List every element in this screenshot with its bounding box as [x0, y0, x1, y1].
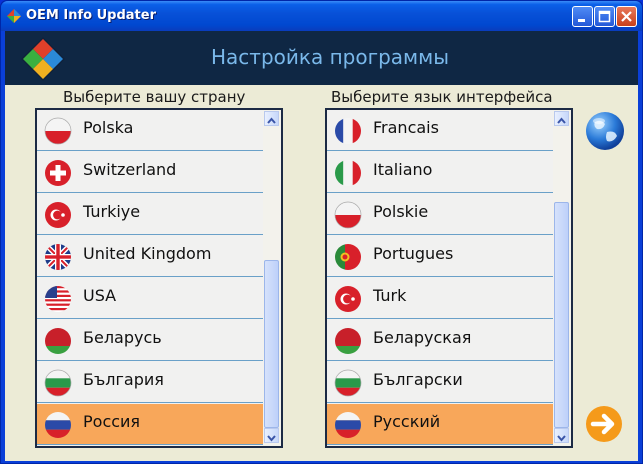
- scroll-up-button[interactable]: [554, 111, 569, 126]
- close-icon: [621, 11, 632, 22]
- scroll-thumb[interactable]: [554, 202, 569, 428]
- scroll-up-button[interactable]: [264, 111, 279, 126]
- language-item-portugues[interactable]: Portugues: [327, 236, 555, 277]
- country-item-switzerland[interactable]: Switzerland: [37, 152, 265, 193]
- bulgaria-flag-icon: [44, 369, 72, 397]
- language-list-label: Выберите язык интерфейса: [331, 88, 553, 106]
- globe-icon[interactable]: [585, 110, 625, 152]
- language-item-russkiy[interactable]: Русский: [327, 404, 555, 445]
- country-scrollbar[interactable]: [263, 110, 281, 446]
- country-item-turkiye[interactable]: Turkiye: [37, 194, 265, 235]
- turkey-flag-icon: [335, 286, 361, 312]
- country-list-label: Выберите вашу страну: [63, 88, 246, 106]
- poland-flag-icon: [44, 117, 72, 145]
- client-area: Настройка программы Выберите вашу страну…: [5, 31, 638, 461]
- country-item-united-kingdom[interactable]: United Kingdom: [37, 236, 265, 277]
- language-item-turk[interactable]: Turk: [327, 278, 555, 319]
- chevron-down-icon: [557, 435, 566, 442]
- language-item-polskie[interactable]: Polskie: [327, 194, 555, 235]
- country-item-bulgaria[interactable]: България: [37, 362, 265, 403]
- language-item-francais[interactable]: Francais: [327, 110, 555, 151]
- belarus-flag-icon: [335, 328, 361, 354]
- minimize-button[interactable]: [572, 6, 593, 27]
- close-button[interactable]: [616, 6, 637, 27]
- bulgaria-flag-icon: [334, 369, 362, 397]
- country-listbox[interactable]: Polska Switzerland Turkiye United Kingdo…: [35, 108, 283, 448]
- france-flag-icon: [335, 118, 361, 144]
- title-bar[interactable]: OEM Info Updater: [1, 1, 642, 31]
- usa-flag-icon: [45, 286, 71, 312]
- language-item-belaruskaya[interactable]: Беларуская: [327, 320, 555, 361]
- language-scrollbar[interactable]: [553, 110, 571, 446]
- maximize-button[interactable]: [594, 6, 615, 27]
- page-title: Настройка программы: [211, 45, 449, 69]
- language-item-balgarski[interactable]: Български: [327, 362, 555, 403]
- portugal-flag-icon: [335, 244, 361, 270]
- italy-flag-icon: [335, 160, 361, 186]
- scroll-thumb[interactable]: [264, 260, 279, 428]
- chevron-up-icon: [557, 117, 566, 124]
- russia-flag-icon: [335, 412, 361, 438]
- language-listbox[interactable]: Francais Italiano Polskie Portugues Turk…: [325, 108, 573, 448]
- country-item-usa[interactable]: USA: [37, 278, 265, 319]
- country-item-belarus[interactable]: Беларусь: [37, 320, 265, 361]
- language-item-italiano[interactable]: Italiano: [327, 152, 555, 193]
- country-item-russia[interactable]: Россия: [37, 404, 265, 445]
- switzerland-flag-icon: [45, 160, 71, 186]
- app-logo-icon: [21, 37, 65, 81]
- country-item-polska[interactable]: Polska: [37, 110, 265, 151]
- header-bar: Настройка программы: [5, 31, 638, 85]
- turkey-flag-icon: [45, 202, 71, 228]
- scroll-down-button[interactable]: [554, 428, 569, 443]
- belarus-flag-icon: [45, 328, 71, 354]
- app-window-icon: [7, 9, 21, 23]
- uk-flag-icon: [45, 244, 71, 270]
- minimize-icon: [578, 19, 585, 22]
- chevron-down-icon: [267, 435, 276, 442]
- next-arrow-icon[interactable]: [585, 405, 623, 443]
- app-window: OEM Info Updater Настройка программы Выб…: [0, 0, 643, 464]
- maximize-icon: [598, 10, 611, 23]
- scroll-down-button[interactable]: [264, 428, 279, 443]
- chevron-up-icon: [267, 117, 276, 124]
- window-title: OEM Info Updater: [26, 8, 156, 23]
- poland-flag-icon: [334, 201, 362, 229]
- russia-flag-icon: [45, 412, 71, 438]
